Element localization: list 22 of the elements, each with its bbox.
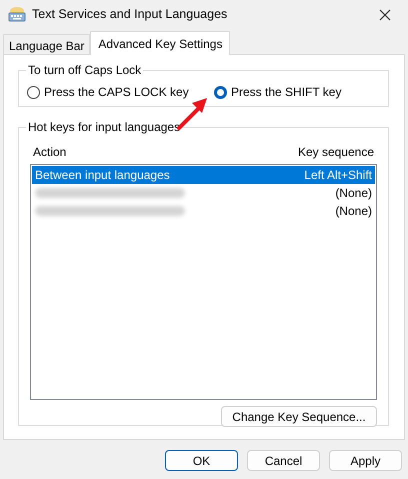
group-title: To turn off Caps Lock	[26, 63, 144, 77]
close-icon	[379, 9, 391, 22]
window-title: Text Services and Input Languages	[32, 6, 228, 23]
group-title: Hot keys for input languages	[26, 120, 182, 134]
tab[interactable]: Advanced Key Settings	[90, 31, 230, 55]
radio-button[interactable]	[214, 86, 227, 98]
list-row[interactable]: (None)	[32, 202, 375, 220]
list-row[interactable]: Between input languages Left Alt+Shift	[32, 166, 375, 184]
radio-button[interactable]	[27, 86, 40, 98]
tab[interactable]: Language Bar	[3, 34, 90, 54]
dialog-button[interactable]: Cancel	[247, 450, 320, 471]
dialog-button[interactable]: Apply	[329, 450, 402, 471]
change-key-sequence-button[interactable]: Change Key Sequence...	[221, 406, 377, 427]
radio-option[interactable]: Press the SHIFT key	[214, 83, 342, 101]
list-row[interactable]: (None)	[32, 184, 375, 202]
radio-label: Press the SHIFT key	[231, 84, 342, 101]
column-header: Action	[33, 144, 66, 161]
keyboard-icon	[8, 6, 26, 22]
radio-label: Press the CAPS LOCK key	[44, 84, 189, 101]
column-header: Key sequence	[298, 144, 374, 161]
radio-option[interactable]: Press the CAPS LOCK key	[27, 83, 214, 101]
dialog-button[interactable]: OK	[165, 450, 238, 471]
